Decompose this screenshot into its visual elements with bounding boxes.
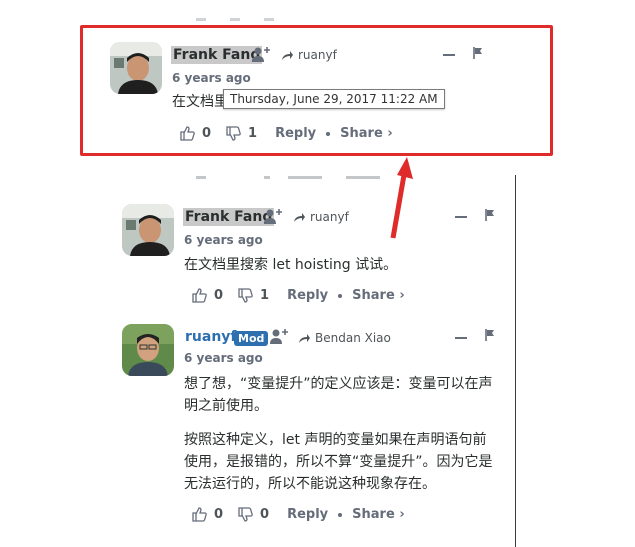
reply-button[interactable]: Reply	[287, 507, 328, 522]
upvote-button[interactable]: 0	[191, 506, 223, 523]
comment-body: 在文档里搜索 let hoisting 试试。	[184, 257, 398, 273]
upvote-count: 0	[214, 288, 224, 303]
reply-to-name: Bendan Xiao	[315, 331, 391, 345]
highlight-box	[80, 25, 553, 156]
timestamp-link[interactable]: 6 years ago	[184, 351, 263, 365]
annotation-arrow	[390, 157, 413, 239]
downvote-count: 1	[260, 288, 270, 303]
thumbs-down-icon	[238, 288, 253, 303]
thumbs-down-icon	[238, 507, 253, 522]
comment-body-line: 想了想，“变量提升”的定义应该是：变量可以在声	[184, 376, 493, 392]
comment-body-line: 按照这种定义，let 声明的变量如果在声明语句前	[184, 432, 487, 448]
avatar-photo-icon	[122, 204, 174, 256]
reply-to-name: ruanyf	[310, 210, 349, 224]
upvote-button[interactable]: 0	[191, 287, 223, 304]
comment-body-line: 无法运行的，所以不能说这种现象存在。	[184, 476, 436, 492]
upvote-count: 0	[214, 507, 224, 522]
comment-body-line: 明之前使用。	[184, 398, 268, 414]
avatar[interactable]	[122, 324, 174, 376]
share-button[interactable]: Share ›	[352, 288, 405, 303]
flag-icon[interactable]	[484, 209, 496, 221]
share-button[interactable]: Share ›	[352, 507, 405, 522]
comment-body-line: 使用，是报错的，所以不算“变量提升”。因为它是	[184, 454, 493, 470]
reply-button[interactable]: Reply	[287, 288, 328, 303]
separator-dot	[338, 512, 343, 517]
cut-off-footer-middle	[196, 174, 386, 182]
thread-line	[515, 175, 516, 547]
comment-footer: 0 1 Reply Share ›	[191, 287, 405, 304]
collapse-icon[interactable]	[455, 216, 467, 218]
downvote-count: 0	[260, 507, 270, 522]
cut-off-footer-top	[196, 6, 326, 22]
author-name[interactable]: Frank Fang	[183, 208, 275, 226]
comment-footer: 0 0 Reply Share ›	[191, 506, 405, 523]
avatar-photo-icon	[122, 324, 174, 376]
downvote-button[interactable]: 1	[237, 287, 269, 304]
reply-arrow-icon	[299, 333, 310, 343]
separator-dot	[338, 293, 343, 298]
timestamp-link[interactable]: 6 years ago	[184, 233, 263, 247]
flag-icon[interactable]	[484, 329, 496, 341]
in-reply-to[interactable]: ruanyf	[293, 210, 349, 224]
author-name[interactable]: ruanyf	[185, 329, 237, 345]
avatar[interactable]	[122, 204, 174, 256]
in-reply-to[interactable]: Bendan Xiao	[298, 331, 391, 345]
reply-arrow-icon	[294, 212, 305, 222]
moderator-badge: Mod	[234, 331, 269, 346]
downvote-button[interactable]: 0	[237, 506, 269, 523]
follow-user-icon[interactable]	[269, 328, 289, 346]
thumbs-up-icon	[192, 288, 207, 303]
follow-user-icon[interactable]	[263, 208, 283, 226]
collapse-icon[interactable]	[455, 337, 467, 339]
thumbs-up-icon	[192, 507, 207, 522]
